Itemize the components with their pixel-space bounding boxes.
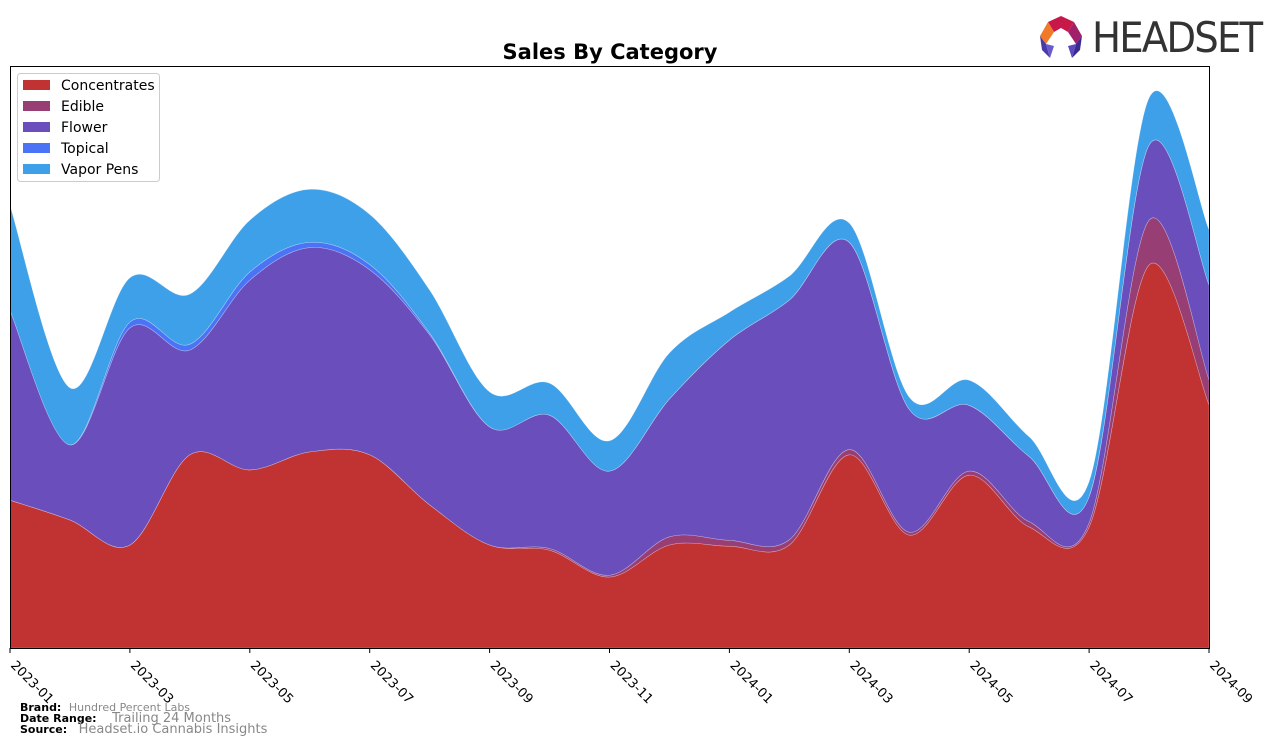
legend-label-vapor-pens: Vapor Pens (61, 162, 138, 178)
sales-by-category-chart: Sales By Category 2023-01 2023-03 2023-05 2… (7, 40, 1255, 707)
x-axis: 2023-01 2023-03 2023-05 2023-07 2023-09 2023-… (7, 648, 1255, 707)
legend-label-topical: Topical (60, 141, 109, 157)
headset-logo: HEADSET (1036, 14, 1266, 62)
headset-logo-text: HEADSET (1092, 13, 1263, 62)
legend-swatch-flower (23, 122, 50, 132)
x-tick-label-2023-05: 2023-05 (247, 658, 296, 707)
area-layers (9, 90, 1210, 649)
legend-label-flower: Flower (61, 120, 108, 136)
legend-swatch-vapor-pens (23, 164, 50, 174)
x-tick-label-2023-07: 2023-07 (367, 658, 416, 707)
footer-source-label: Source: (20, 723, 68, 736)
legend-label-concentrates: Concentrates (61, 78, 155, 94)
legend-swatch-concentrates (23, 80, 50, 90)
legend-label-edible: Edible (61, 99, 104, 115)
footer-source: Source: Headset.io Cannabis Insights (20, 722, 268, 737)
x-tick-label-2024-01: 2024-01 (727, 658, 776, 707)
x-tick-label-2024-05: 2024-05 (966, 658, 1015, 707)
legend-swatch-edible (23, 101, 50, 111)
headset-logo-icon (1040, 16, 1082, 58)
chart-title: Sales By Category (503, 40, 718, 64)
legend-swatch-topical (23, 143, 50, 153)
footer-source-value: Headset.io Cannabis Insights (78, 722, 268, 737)
x-tick-label-2023-09: 2023-09 (487, 658, 536, 707)
legend: Concentrates Edible Flower Topical Vapor Pen… (17, 73, 160, 182)
x-tick-label-2023-03: 2023-03 (127, 658, 176, 707)
x-tick-label-2023-01: 2023-01 (7, 658, 56, 707)
x-tick-label-2024-09: 2024-09 (1206, 658, 1255, 707)
x-tick-label-2024-03: 2024-03 (846, 658, 895, 707)
x-tick-label-2023-11: 2023-11 (607, 658, 656, 707)
x-tick-label-2024-07: 2024-07 (1086, 658, 1135, 707)
